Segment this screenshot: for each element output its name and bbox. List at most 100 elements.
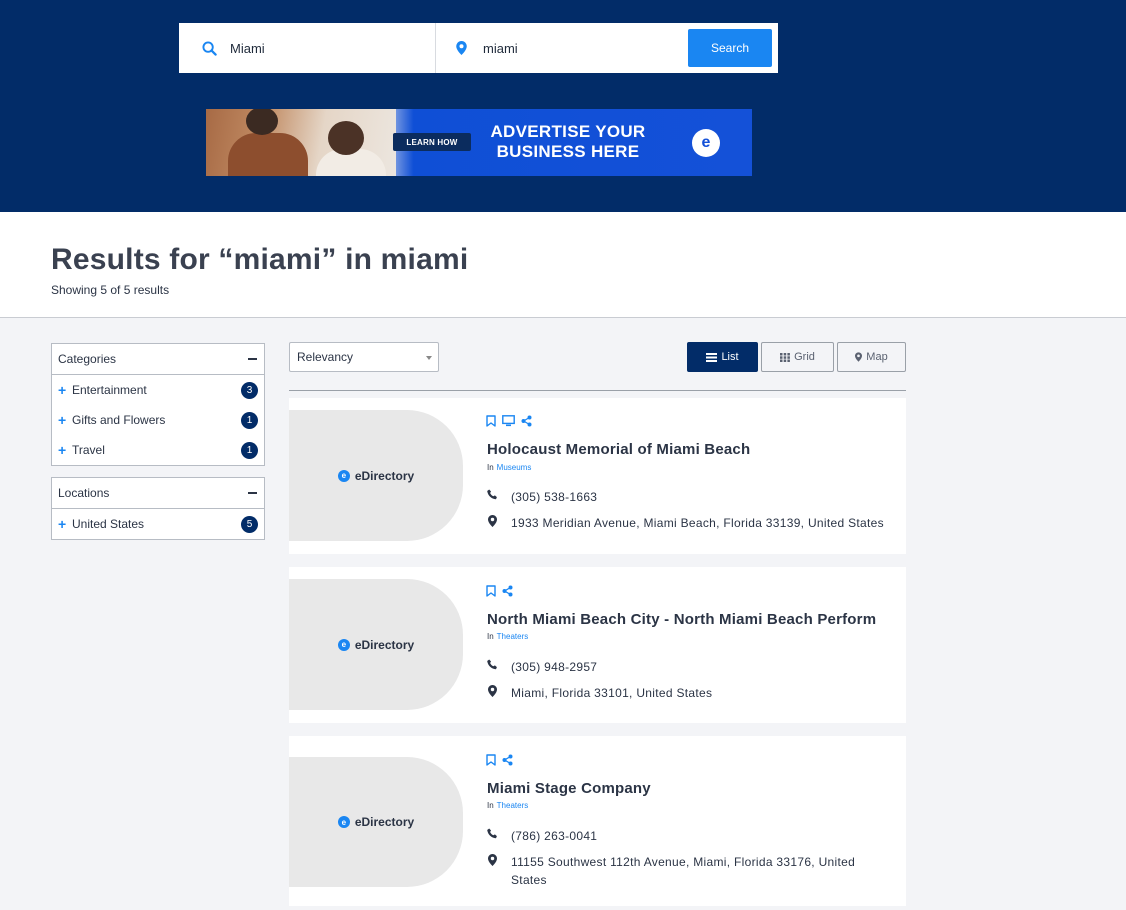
listing-category-link[interactable]: Theaters bbox=[497, 801, 529, 810]
plus-icon: + bbox=[58, 412, 67, 428]
search-icon bbox=[201, 40, 217, 56]
plus-icon: + bbox=[58, 382, 67, 398]
advertise-banner[interactable]: LEARN HOW ADVERTISE YOUR BUSINESS HERE e bbox=[206, 109, 752, 176]
sort-value: Relevancy bbox=[297, 350, 354, 364]
listing-card[interactable]: e eDirectory Holocaust Memorial of Miami… bbox=[289, 398, 906, 554]
map-marker-icon bbox=[486, 514, 498, 527]
view-grid-button[interactable]: Grid bbox=[761, 342, 834, 372]
results-count: Showing 5 of 5 results bbox=[51, 283, 170, 297]
list-icon bbox=[706, 352, 718, 362]
listing-card[interactable]: e eDirectory North Miami Beach City - No… bbox=[289, 567, 906, 723]
collapse-icon[interactable] bbox=[248, 492, 257, 494]
edirectory-logo-icon: e bbox=[337, 469, 350, 482]
listing-logo[interactable]: e eDirectory bbox=[289, 579, 463, 710]
listing-phone-text[interactable]: (305) 948-2957 bbox=[511, 658, 891, 676]
filter-item-label: Entertainment bbox=[72, 383, 147, 397]
listing-address-text: 1933 Meridian Avenue, Miami Beach, Flori… bbox=[511, 516, 884, 530]
listing-logo[interactable]: e eDirectory bbox=[289, 757, 463, 887]
banner-photo bbox=[206, 109, 396, 176]
listing-title[interactable]: Holocaust Memorial of Miami Beach bbox=[487, 441, 750, 458]
in-label: In bbox=[487, 463, 494, 472]
location-input[interactable] bbox=[483, 40, 653, 56]
bookmark-icon[interactable] bbox=[486, 754, 496, 766]
listing-category-line: In Theaters bbox=[487, 801, 528, 810]
count-badge: 1 bbox=[241, 411, 258, 429]
listing-logo-text: eDirectory bbox=[354, 637, 415, 652]
listing-phone: (305) 538-1663 bbox=[486, 488, 891, 506]
share-icon[interactable] bbox=[502, 754, 513, 766]
filter-item-entertainment[interactable]: + Entertainment 3 bbox=[52, 375, 264, 405]
hero-section: Search LEARN HOW ADVERTISE YOUR BUSINESS… bbox=[0, 0, 1126, 212]
listing-category-line: In Museums bbox=[487, 463, 531, 472]
listing-address: 1933 Meridian Avenue, Miami Beach, Flori… bbox=[486, 514, 891, 532]
filter-item-label: Travel bbox=[72, 443, 105, 457]
listing-title[interactable]: Miami Stage Company bbox=[487, 780, 651, 797]
categories-filter-header[interactable]: Categories bbox=[52, 344, 264, 375]
bookmark-icon[interactable] bbox=[486, 585, 496, 597]
listing-phone: (305) 948-2957 bbox=[486, 658, 891, 676]
locations-filter-header[interactable]: Locations bbox=[52, 478, 264, 509]
view-map-button[interactable]: Map bbox=[837, 342, 906, 372]
listing-address-text: Miami, Florida 33101, United States bbox=[511, 686, 713, 700]
listing-category-link[interactable]: Theaters bbox=[497, 632, 529, 641]
map-marker-icon bbox=[453, 40, 469, 56]
banner-headline: ADVERTISE YOUR BUSINESS HERE bbox=[478, 122, 658, 162]
edirectory-logo-icon: e bbox=[337, 816, 350, 828]
plus-icon: + bbox=[58, 516, 67, 532]
results-header: Results for “miami” in miami Showing 5 o… bbox=[0, 212, 1126, 318]
listing-category-link[interactable]: Museums bbox=[497, 463, 532, 472]
listing-actions bbox=[486, 754, 513, 766]
filter-item-united-states[interactable]: + United States 5 bbox=[52, 509, 264, 539]
listing-address: 11155 Southwest 112th Avenue, Miami, Flo… bbox=[486, 853, 891, 889]
divider bbox=[289, 390, 906, 391]
keyword-input[interactable] bbox=[230, 40, 400, 56]
grid-icon bbox=[780, 352, 791, 362]
edirectory-logo-icon: e bbox=[337, 638, 350, 651]
plus-icon: + bbox=[58, 442, 67, 458]
view-list-button[interactable]: List bbox=[687, 342, 758, 372]
phone-icon bbox=[486, 658, 498, 670]
view-list-label: List bbox=[721, 351, 739, 363]
phone-icon bbox=[486, 488, 498, 500]
listing-category-line: In Theaters bbox=[487, 632, 528, 641]
search-button[interactable]: Search bbox=[688, 29, 772, 67]
categories-filter-title: Categories bbox=[58, 352, 117, 366]
filter-item-label: Gifts and Flowers bbox=[72, 413, 166, 427]
filter-item-travel[interactable]: + Travel 1 bbox=[52, 435, 264, 465]
listing-card[interactable]: e eDirectory Miami Stage Company In Theat… bbox=[289, 736, 906, 906]
in-label: In bbox=[487, 632, 494, 641]
keyword-field bbox=[179, 23, 436, 73]
count-badge: 5 bbox=[241, 515, 258, 533]
page-title: Results for “miami” in miami bbox=[51, 243, 469, 276]
listing-logo[interactable]: e eDirectory bbox=[289, 410, 463, 541]
listing-logo-text: eDirectory bbox=[354, 468, 415, 483]
map-marker-icon bbox=[855, 352, 863, 362]
share-icon[interactable] bbox=[521, 415, 532, 427]
banner-headline-line2: BUSINESS HERE bbox=[496, 142, 640, 161]
listing-phone-text[interactable]: (305) 538-1663 bbox=[511, 488, 891, 506]
collapse-icon[interactable] bbox=[248, 358, 257, 360]
learn-how-button[interactable]: LEARN HOW bbox=[393, 133, 471, 151]
count-badge: 3 bbox=[241, 381, 258, 399]
location-field bbox=[437, 23, 687, 73]
sort-select[interactable]: Relevancy bbox=[289, 342, 439, 372]
listing-phone-text[interactable]: (786) 263-0041 bbox=[511, 827, 891, 845]
listing-title[interactable]: North Miami Beach City - North Miami Bea… bbox=[487, 611, 876, 628]
monitor-icon[interactable] bbox=[502, 415, 515, 427]
map-marker-icon bbox=[486, 684, 498, 697]
map-marker-icon bbox=[486, 853, 498, 866]
categories-filter: Categories + Entertainment 3 + Gifts and… bbox=[51, 343, 265, 466]
phone-icon bbox=[486, 827, 498, 839]
caret-down-icon bbox=[426, 356, 432, 360]
filter-item-gifts-and-flowers[interactable]: + Gifts and Flowers 1 bbox=[52, 405, 264, 435]
listing-address: Miami, Florida 33101, United States bbox=[486, 684, 891, 702]
listing-address-text: 11155 Southwest 112th Avenue, Miami, Flo… bbox=[511, 855, 856, 887]
view-grid-label: Grid bbox=[794, 351, 815, 363]
listing-phone: (786) 263-0041 bbox=[486, 827, 891, 845]
banner-headline-line1: ADVERTISE YOUR bbox=[490, 122, 646, 141]
share-icon[interactable] bbox=[502, 585, 513, 597]
search-bar: Search bbox=[179, 23, 778, 73]
banner-logo: e bbox=[692, 129, 720, 157]
bookmark-icon[interactable] bbox=[486, 415, 496, 427]
listing-actions bbox=[486, 415, 532, 427]
